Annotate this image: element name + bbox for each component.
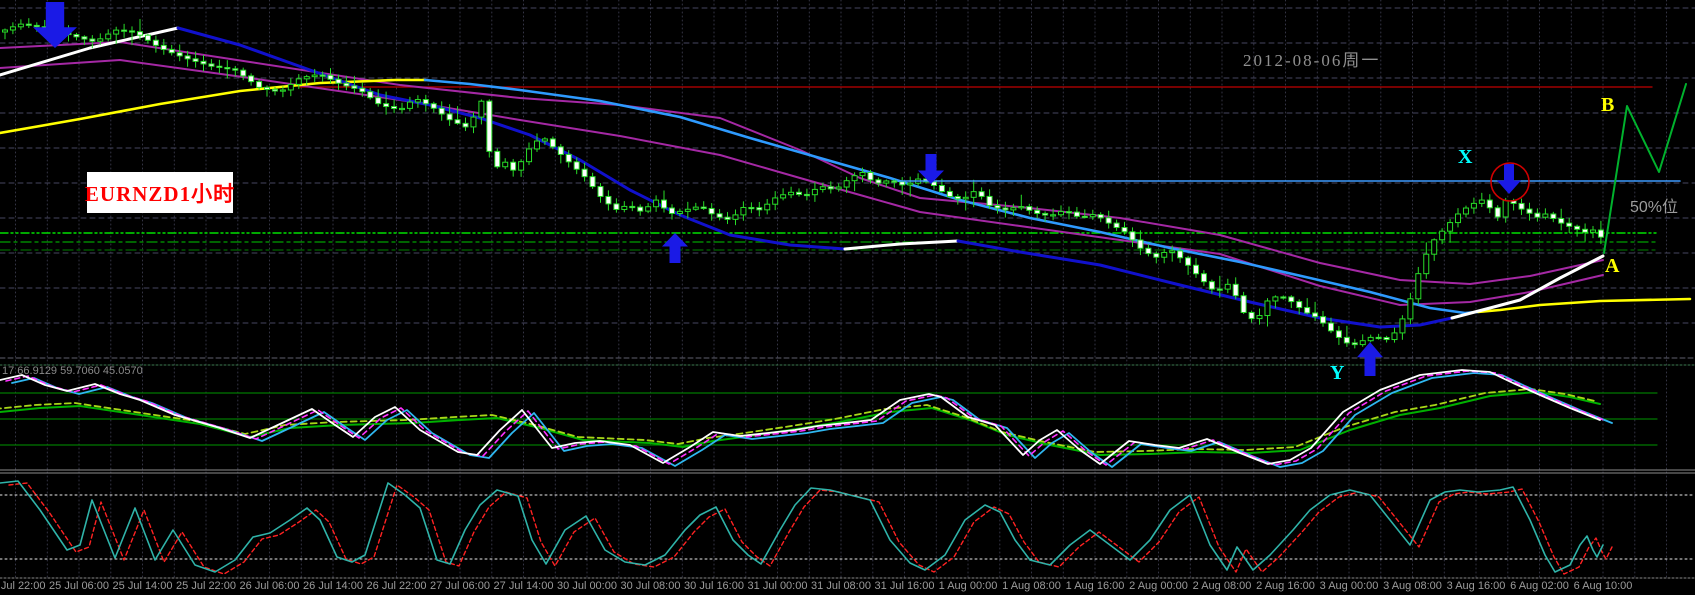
up-arrow-marker <box>662 233 688 263</box>
time-axis-label: 2 Aug 00:00 <box>1129 580 1188 592</box>
time-axis-label: 31 Jul 16:00 <box>874 580 935 592</box>
time-axis-label: 3 Aug 00:00 <box>1319 580 1379 592</box>
trading-chart-window: EURNZD1小时 2012-08-06周一 X Y A B 50%位 17 6… <box>0 0 1695 595</box>
time-axis-label: 6 Aug 10:00 <box>1573 580 1633 592</box>
time-axis-label: 27 Jul 06:00 <box>430 580 490 592</box>
time-axis-label: 2 Aug 16:00 <box>1256 580 1315 592</box>
time-axis-label: 30 Jul 16:00 <box>684 580 744 592</box>
time-axis-label: 26 Jul 22:00 <box>366 580 427 592</box>
time-axis-label: 2 Aug 08:00 <box>1192 580 1252 592</box>
time-axis-label: 25 Jul 22:00 <box>176 580 236 592</box>
time-axis-label: 25 Jul 06:00 <box>49 580 109 592</box>
chart-area[interactable] <box>0 0 1695 595</box>
time-axis-label: 1 Aug 00:00 <box>938 580 998 592</box>
time-axis-label: 26 Jul 06:00 <box>239 580 300 592</box>
time-axis-label: 3 Aug 08:00 <box>1383 580 1442 592</box>
time-axis-label: 31 Jul 08:00 <box>811 580 871 592</box>
down-arrow-marker <box>1497 164 1521 194</box>
time-axis-label: 25 Jul 14:00 <box>112 580 173 592</box>
time-axis-label: 24 Jul 22:00 <box>0 580 46 592</box>
time-axis-label: 27 Jul 14:00 <box>493 580 554 592</box>
up-arrow-marker <box>1357 342 1383 376</box>
time-axis-label: 31 Jul 00:00 <box>747 580 808 592</box>
time-axis-label: 30 Jul 08:00 <box>620 580 681 592</box>
time-axis-label: 30 Jul 00:00 <box>557 580 617 592</box>
time-axis-label: 1 Aug 16:00 <box>1065 580 1125 592</box>
time-axis-label: 1 Aug 08:00 <box>1002 580 1061 592</box>
time-axis-label: 3 Aug 16:00 <box>1446 580 1506 592</box>
down-arrow-marker <box>918 154 944 184</box>
time-axis: 24 Jul 22:0025 Jul 06:0025 Jul 14:0025 J… <box>0 580 1695 595</box>
time-axis-label: 26 Jul 14:00 <box>303 580 363 592</box>
time-axis-label: 6 Aug 02:00 <box>1510 580 1569 592</box>
